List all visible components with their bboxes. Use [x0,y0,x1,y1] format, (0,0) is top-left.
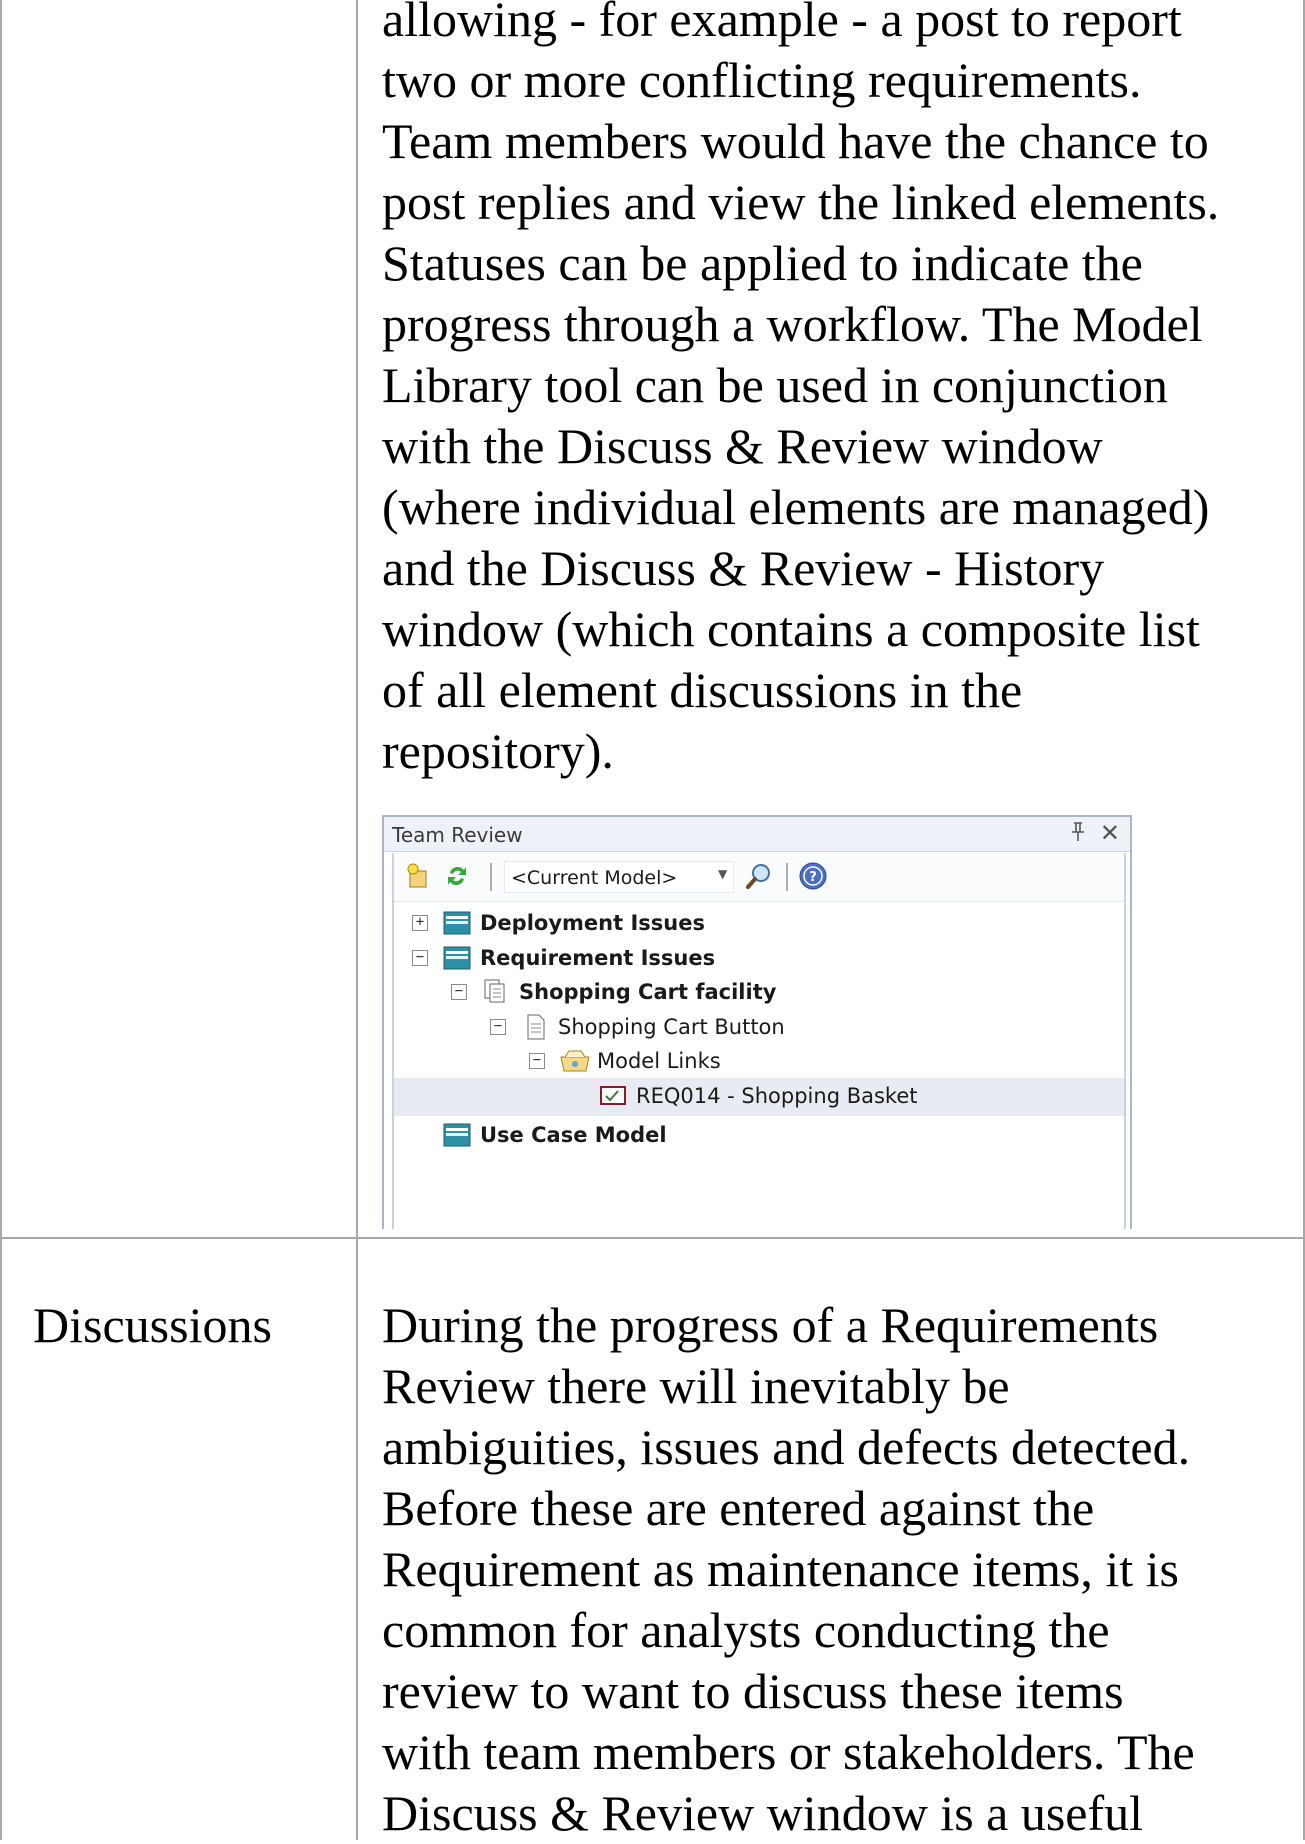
paragraph-2-line: ambiguities, issues and defects detected… [382,1419,1191,1475]
team-review-toolbar: <Current Model> ▼ ? [394,853,1124,902]
paragraph-2-line: Discuss & Review window is a useful [382,1785,1144,1841]
pin-icon[interactable] [1070,821,1086,848]
tree-item[interactable]: REQ014 - Shopping Basket [394,1077,1124,1116]
paragraph-2-line: common for analysts conducting the [382,1602,1110,1658]
tree-item[interactable]: + Deployment Issues [394,905,1124,943]
row-label-discussions: Discussions [33,1297,272,1353]
folder-icon [442,944,474,974]
tree-item[interactable]: Use Case Model [394,1117,1124,1155]
toolbar-separator [490,863,492,891]
help-icon[interactable]: ? [798,861,828,891]
team-review-content: <Current Model> ▼ ? + Deployment Issues − R… [392,853,1126,1229]
paragraph-1-line: with the Discuss & Review window [382,418,1103,474]
paragraph-1-line: (where individual elements are managed) [382,479,1210,535]
close-icon[interactable]: ✕ [1100,819,1120,847]
document-icon [520,1013,552,1043]
refresh-icon[interactable] [442,861,472,891]
search-icon[interactable] [744,861,774,891]
team-review-title: Team Review [392,823,523,847]
tree-item-label: Deployment Issues [480,911,705,935]
paragraph-1-line: repository). [382,723,614,779]
team-review-window: Team Review ✕ <Current Model> ▼ ? + Deplo… [382,815,1132,1229]
chevron-down-icon[interactable]: ▼ [718,867,727,881]
collapse-icon[interactable]: − [490,1018,506,1035]
tree-item-label: Model Links [597,1049,721,1073]
paragraph-1-line: Library tool can be used in conjunction [382,357,1168,413]
table-column-divider [356,0,358,1840]
team-review-title-bar: Team Review ✕ [384,817,1130,852]
paragraph-2-line: Requirement as maintenance items, it is [382,1541,1179,1597]
paragraph-1-line: of all element discussions in the [382,662,1023,718]
paragraph-2-line: Before these are entered against the [382,1480,1095,1536]
paragraph-1-line: window (which contains a composite list [382,601,1200,657]
tree-item[interactable]: − Model Links [394,1043,1124,1081]
paragraph-1-line: post replies and view the linked element… [382,174,1220,230]
tree-item[interactable]: − Shopping Cart Button [394,1009,1124,1047]
folder-icon [442,1121,474,1151]
collapse-icon[interactable]: − [451,984,467,1000]
tree-item-label: Shopping Cart facility [519,980,777,1004]
table-row-divider [0,1237,1305,1239]
paragraph-2-line: with team members or stakeholders. The [382,1724,1195,1780]
links-folder-icon [559,1047,591,1077]
paragraph-1-line: and the Discuss & Review - History [382,540,1105,596]
folder-icon [442,909,474,939]
paragraph-2-line: review to want to discuss these items [382,1663,1124,1719]
paragraph-2-line: During the progress of a Requirements [382,1297,1159,1353]
svg-text:?: ? [809,870,817,885]
paragraph-1-line: two or more conflicting requirements. [382,52,1142,108]
tree-item[interactable]: − Shopping Cart facility [394,974,1124,1012]
collapse-icon[interactable]: − [529,1053,545,1069]
paragraph-2-line: Review there will inevitably be [382,1358,1010,1414]
tree-item-label: Use Case Model [480,1122,667,1147]
paragraph-1-line: Team members would have the chance to [382,113,1209,169]
collapse-icon[interactable]: − [412,949,428,966]
expand-icon[interactable]: + [412,915,428,931]
scope-select[interactable]: <Current Model> [504,861,734,893]
requirement-icon [598,1082,630,1112]
tree-item-label: Requirement Issues [480,945,716,970]
paragraph-1-line: progress through a workflow. The Model [382,296,1203,352]
paragraph-1-line: allowing - for example - a post to repor… [382,0,1182,47]
documents-icon [481,978,513,1008]
description-paragraph-1: allowing - for example - a post to repor… [382,0,1219,782]
tree-item-label: REQ014 - Shopping Basket [636,1083,918,1108]
paragraph-1-line: Statuses can be applied to indicate the [382,235,1143,291]
new-topic-icon[interactable] [404,861,434,891]
table-left-border [0,0,2,1840]
tree-item-label: Shopping Cart Button [558,1014,785,1039]
toolbar-separator [786,863,788,891]
tree-item[interactable]: − Requirement Issues [394,940,1124,978]
description-paragraph-2: During the progress of a Requirements Rev… [382,1295,1195,1844]
